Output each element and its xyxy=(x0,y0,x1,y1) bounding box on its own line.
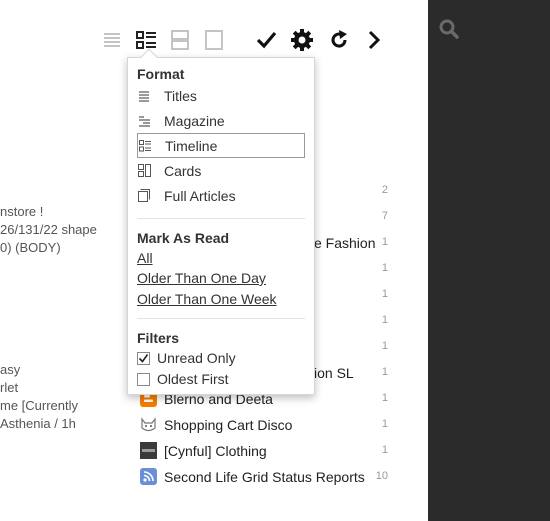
view-options-dropdown: Format Titles Magazine Timeline Cards Fu… xyxy=(127,48,315,395)
format-timeline-option[interactable]: Timeline xyxy=(137,133,305,158)
magazine-icon xyxy=(137,114,151,128)
mark-older-than-day-link[interactable]: Older Than One Day xyxy=(137,270,266,286)
unread-count: 1 xyxy=(381,340,388,352)
titles-icon xyxy=(137,89,151,103)
checkbox-checked-icon xyxy=(137,351,150,365)
filters-heading: Filters xyxy=(137,330,180,346)
left-article-snippet[interactable]: me [Currently xyxy=(0,398,78,413)
format-option-label: Full Articles xyxy=(164,187,236,204)
format-cards-option[interactable]: Cards xyxy=(137,158,305,183)
unread-count: 2 xyxy=(381,184,388,196)
search-icon[interactable] xyxy=(438,18,460,40)
settings-gear-icon[interactable] xyxy=(289,27,315,53)
right-sidebar-panel xyxy=(428,0,550,521)
feed-title[interactable]: ion SL xyxy=(314,365,354,381)
format-option-label: Cards xyxy=(164,162,202,179)
unread-count: 10 xyxy=(375,470,388,482)
mark-older-than-week-link[interactable]: Older Than One Week xyxy=(137,291,277,307)
feed-title[interactable]: [Cynful] Clothing xyxy=(164,443,267,459)
timeline-view-icon[interactable] xyxy=(133,27,159,53)
left-article-snippet[interactable]: rlet xyxy=(0,380,18,395)
full-articles-icon xyxy=(137,189,151,203)
rss-feed-icon xyxy=(140,468,157,485)
format-heading: Format xyxy=(137,66,185,82)
left-article-snippet[interactable]: Asthenia / 1h xyxy=(0,416,76,431)
checkbox-unchecked-icon xyxy=(137,372,150,386)
unread-count: 1 xyxy=(381,418,388,430)
cards-view-icon[interactable] xyxy=(167,27,193,53)
next-chevron-icon[interactable] xyxy=(361,27,387,53)
unread-count: 1 xyxy=(381,288,388,300)
cat-feed-icon xyxy=(140,416,157,433)
menu-divider xyxy=(137,218,305,219)
left-article-snippet[interactable]: 26/131/22 shape xyxy=(0,222,97,237)
menu-divider xyxy=(137,318,305,319)
format-option-label: Magazine xyxy=(164,112,225,129)
unread-count: 1 xyxy=(381,314,388,326)
unread-count: 1 xyxy=(381,444,388,456)
left-article-snippet[interactable]: 0) (BODY) xyxy=(0,240,61,255)
filter-label: Oldest First xyxy=(157,371,229,387)
feed-title[interactable]: Second Life Grid Status Reports xyxy=(164,469,365,485)
feed-title[interactable]: Shopping Cart Disco xyxy=(164,417,292,433)
left-article-snippet[interactable]: asy xyxy=(0,362,20,377)
cards-icon xyxy=(137,164,151,178)
unread-only-checkbox[interactable]: Unread Only xyxy=(137,350,236,366)
cynful-feed-icon xyxy=(140,442,157,459)
oldest-first-checkbox[interactable]: Oldest First xyxy=(137,371,229,387)
format-full-articles-option[interactable]: Full Articles xyxy=(137,183,305,208)
mark-as-read-heading: Mark As Read xyxy=(137,230,230,246)
format-option-label: Titles xyxy=(164,87,197,104)
format-titles-option[interactable]: Titles xyxy=(137,83,305,108)
format-magazine-option[interactable]: Magazine xyxy=(137,108,305,133)
unread-count: 1 xyxy=(381,392,388,404)
format-option-label: Timeline xyxy=(165,137,218,154)
full-articles-view-icon[interactable] xyxy=(201,27,227,53)
mark-all-read-link[interactable]: All xyxy=(137,250,153,266)
filter-label: Unread Only xyxy=(157,350,236,366)
timeline-icon xyxy=(138,139,152,153)
titles-view-icon[interactable] xyxy=(99,27,125,53)
feed-title[interactable]: e Fashion xyxy=(314,235,375,251)
unread-count: 1 xyxy=(381,366,388,378)
left-article-snippet[interactable]: nstore ! xyxy=(0,204,43,219)
unread-count: 1 xyxy=(381,262,388,274)
unread-count: 7 xyxy=(381,210,388,222)
mark-read-check-icon[interactable] xyxy=(253,27,279,53)
refresh-icon[interactable] xyxy=(326,27,352,53)
